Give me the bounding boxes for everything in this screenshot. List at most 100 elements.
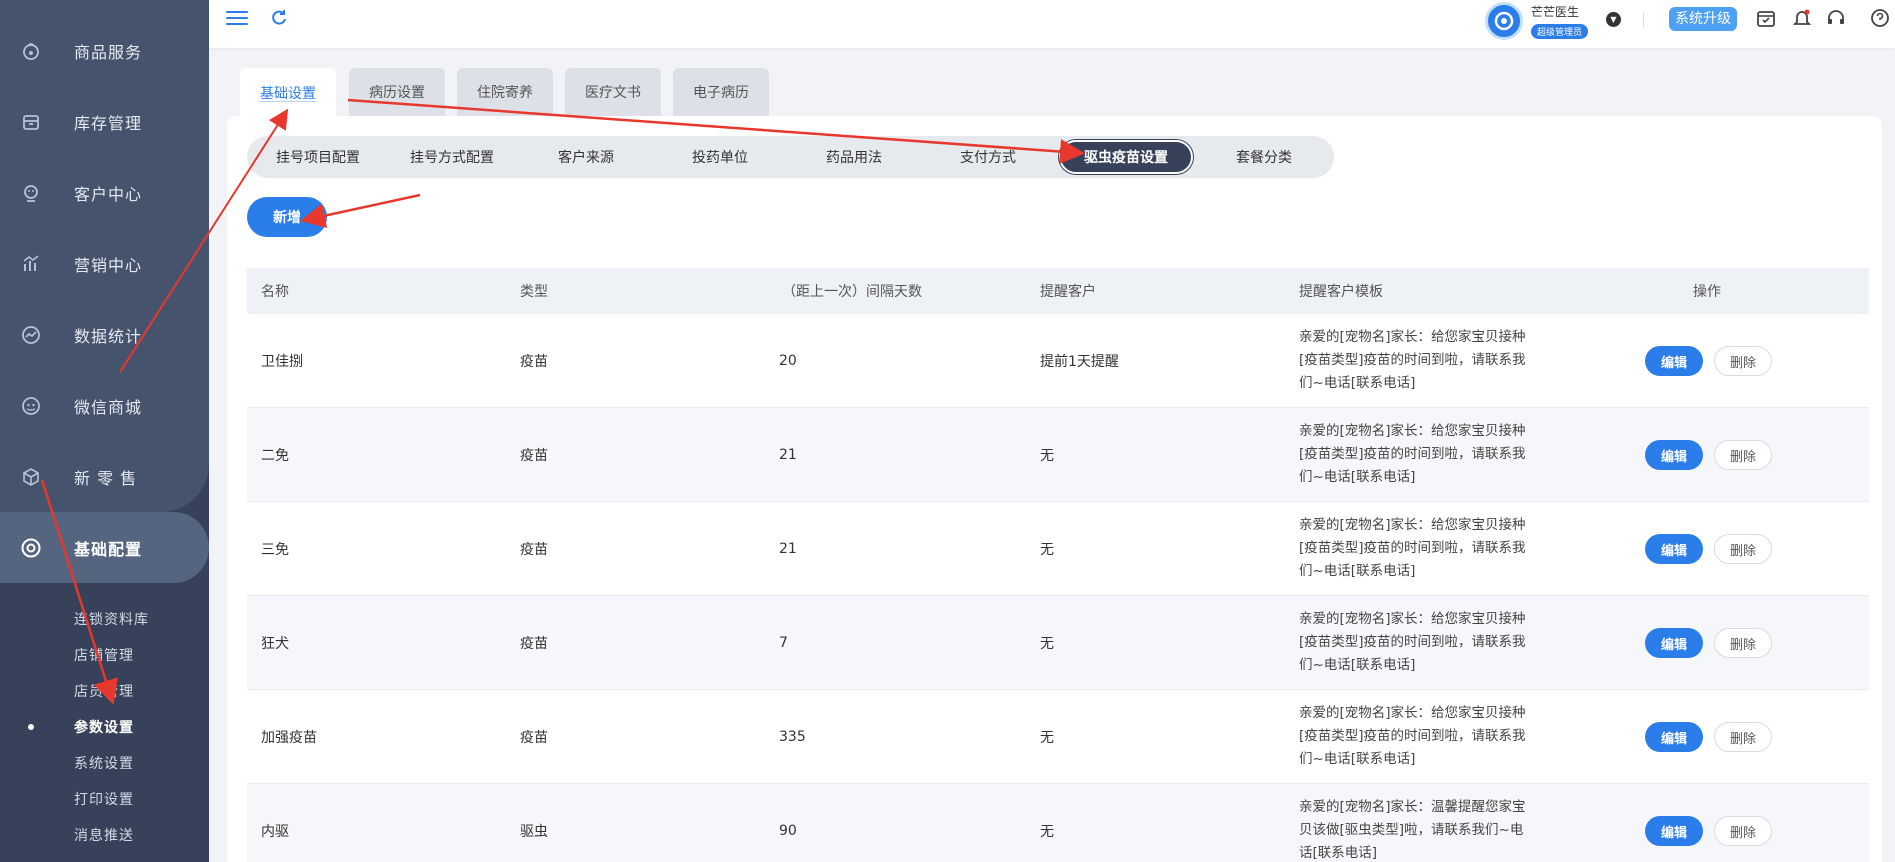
delete-button[interactable]: 删除 [1714,628,1772,658]
tab-medical-docs[interactable]: 医疗文书 [565,68,661,116]
active-dot [28,724,34,730]
edit-button[interactable]: 编辑 [1645,534,1703,564]
template-line: 话[联系电话] [1299,845,1378,861]
column-header: 类型 [520,284,548,300]
template-line: 亲爱的[宠物名]家长：给您家宝贝接种 [1299,705,1526,721]
template-line: 们~电话[联系电话] [1299,469,1416,485]
sidebar-item-label: 库存管理 [74,113,143,133]
template-line: [疫苗类型]疫苗的时间到啦，请联系我 [1299,352,1526,368]
edit-button[interactable]: 编辑 [1645,816,1703,846]
template-line: 们~电话[联系电话] [1299,751,1416,767]
delete-button[interactable]: 删除 [1714,534,1772,564]
wechat-icon [20,395,42,417]
template-line: [疫苗类型]疫苗的时间到啦，请联系我 [1299,634,1526,650]
sidebar-item-label: 微信商城 [74,397,143,417]
sidebar-item-new-retail[interactable]: 新 零 售 [0,441,209,512]
template-line: 们~电话[联系电话] [1299,563,1416,579]
refresh-icon[interactable] [269,8,289,28]
delete-button[interactable]: 删除 [1714,816,1772,846]
sidebar-sub-print-settings[interactable]: 打印设置 [0,784,209,814]
help-icon[interactable] [1869,8,1891,30]
cell-type: 疫苗 [520,353,548,370]
table-row: 狂犬 疫苗 7 无 亲爱的[宠物名]家长：给您家宝贝接种 [疫苗类型]疫苗的时间… [247,596,1869,690]
sidebar-item-marketing[interactable]: 营销中心 [0,228,209,299]
delete-button[interactable]: 删除 [1714,722,1772,752]
sidebar-item-customer[interactable]: 客户中心 [0,157,209,228]
sidebar-sub-label: 参数设置 [74,720,134,736]
sidebar-item-stats[interactable]: 数据统计 [0,299,209,370]
sidebar-item-goods[interactable]: 商品服务 [0,15,209,86]
sidebar-sub-parameter-settings[interactable]: 参数设置 [0,712,209,742]
cell-remind: 无 [1040,541,1054,558]
sidebar-item-basic-config[interactable]: 基础配置 [0,512,209,583]
cell-remind: 无 [1040,635,1054,652]
table-row: 加强疫苗 疫苗 335 无 亲爱的[宠物名]家长：给您家宝贝接种 [疫苗类型]疫… [247,690,1869,784]
cell-type: 疫苗 [520,729,548,746]
delete-button[interactable]: 删除 [1714,440,1772,470]
template-line: [疫苗类型]疫苗的时间到啦，请联系我 [1299,540,1526,556]
cell-template: 亲爱的[宠物名]家长：给您家宝贝接种 [疫苗类型]疫苗的时间到啦，请联系我 们~… [1299,514,1539,583]
sidebar-sub-message-push[interactable]: 消息推送 [0,820,209,850]
subtab-registration-methods[interactable]: 挂号方式配置 [385,140,519,174]
cell-name: 三免 [261,541,289,558]
header-divider [1643,12,1644,28]
template-line: 亲爱的[宠物名]家长：给您家宝贝接种 [1299,329,1526,345]
headset-icon[interactable] [1825,8,1847,30]
edit-button[interactable]: 编辑 [1645,440,1703,470]
sidebar-item-label: 营销中心 [74,255,143,275]
tab-label: 电子病历 [693,85,749,101]
sidebar-sub-chain-library[interactable]: 连锁资料库 [0,604,209,634]
cell-type: 疫苗 [520,541,548,558]
tab-basic-settings[interactable]: 基础设置 [240,68,336,118]
cell-template: 亲爱的[宠物名]家长：给您家宝贝接种 [疫苗类型]疫苗的时间到啦，请联系我 们~… [1299,420,1539,489]
cell-type: 疫苗 [520,635,548,652]
subtab-dosage-unit[interactable]: 投药单位 [653,140,787,174]
tab-hospitalization[interactable]: 住院寄养 [457,68,553,116]
user-name: 芒芒医生 [1531,5,1580,19]
avatar[interactable] [1485,2,1523,40]
sidebar-item-label: 商品服务 [74,42,143,62]
bell-icon[interactable] [1791,8,1813,30]
cell-days: 90 [779,822,797,839]
marketing-icon [20,253,42,275]
tab-electronic-records[interactable]: 电子病历 [673,68,769,116]
template-line: 亲爱的[宠物名]家长：给您家宝贝接种 [1299,611,1526,627]
chevron-down-icon[interactable]: ▼ [1606,12,1621,27]
settings-icon [20,537,42,559]
sidebar-sub-label: 连锁资料库 [74,612,149,628]
system-upgrade-button[interactable]: 系统升级 [1669,7,1737,31]
tab-record-settings[interactable]: 病历设置 [349,68,445,116]
cell-days: 7 [779,634,788,651]
subtab-payment-methods[interactable]: 支付方式 [921,140,1055,174]
sidebar-item-label: 数据统计 [74,326,143,346]
edit-button[interactable]: 编辑 [1645,346,1703,376]
edit-button[interactable]: 编辑 [1645,722,1703,752]
calendar-icon[interactable] [1755,8,1777,30]
data-table: 名称 类型 （距上一次）间隔天数 提醒客户 提醒客户模板 操作 卫佳捌 疫苗 2… [247,268,1869,862]
subtab-package-category[interactable]: 套餐分类 [1197,140,1331,174]
sidebar-sub-staff-management[interactable]: 店员管理 [0,676,209,706]
cell-template: 亲爱的[宠物名]家长：给您家宝贝接种 [疫苗类型]疫苗的时间到啦，请联系我 们~… [1299,608,1539,677]
cell-type: 驱虫 [520,823,548,840]
sidebar-item-wechat-mall[interactable]: 微信商城 [0,370,209,441]
add-button[interactable]: 新增 [247,197,327,237]
edit-button[interactable]: 编辑 [1645,628,1703,658]
subtab-registration-items[interactable]: 挂号项目配置 [251,140,385,174]
menu-toggle-icon[interactable] [226,8,248,28]
cell-type: 疫苗 [520,447,548,464]
cell-days: 335 [779,728,806,745]
cell-name: 卫佳捌 [261,353,303,370]
cell-days: 21 [779,446,797,463]
sidebar-item-inventory[interactable]: 库存管理 [0,86,209,157]
subtab-drug-usage[interactable]: 药品用法 [787,140,921,174]
delete-button[interactable]: 删除 [1714,346,1772,376]
sidebar-sub-system-settings[interactable]: 系统设置 [0,748,209,778]
cell-days: 20 [779,352,797,369]
cell-remind: 无 [1040,729,1054,746]
template-line: 亲爱的[宠物名]家长：给您家宝贝接种 [1299,423,1526,439]
sidebar-sub-label: 打印设置 [74,792,134,808]
cell-days: 21 [779,540,797,557]
sidebar-sub-shop-management[interactable]: 店铺管理 [0,640,209,670]
subtab-deworm-vaccine[interactable]: 驱虫疫苗设置 [1059,140,1193,174]
subtab-customer-source[interactable]: 客户来源 [519,140,653,174]
